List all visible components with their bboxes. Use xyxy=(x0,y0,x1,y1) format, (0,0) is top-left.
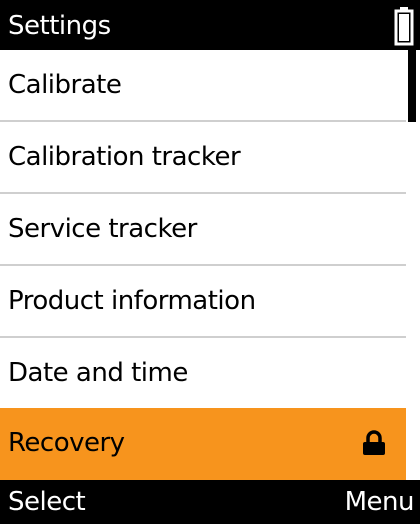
page-title: Settings xyxy=(8,11,111,41)
select-softkey[interactable]: Select xyxy=(8,486,86,518)
scrollbar-thumb[interactable] xyxy=(408,50,416,122)
menu-item-label: Product information xyxy=(8,286,256,316)
menu-item-date-and-time[interactable]: Date and time xyxy=(0,338,406,408)
menu-item-label: Service tracker xyxy=(8,214,197,244)
title-bar: Settings xyxy=(0,0,420,50)
menu-item-product-information[interactable]: Product information xyxy=(0,266,406,336)
menu-item-service-tracker[interactable]: Service tracker xyxy=(0,194,406,264)
menu-item-label: Calibration tracker xyxy=(8,142,241,172)
battery-icon xyxy=(394,7,414,46)
menu-softkey[interactable]: Menu xyxy=(345,486,415,518)
softkey-bar: Select Menu xyxy=(0,480,420,524)
device-screen: Settings Calibrate Calibration tracker S… xyxy=(0,0,420,524)
lock-icon xyxy=(363,430,385,455)
menu-item-label: Recovery xyxy=(8,428,125,458)
menu-item-calibration-tracker[interactable]: Calibration tracker xyxy=(0,122,406,192)
menu-item-calibrate[interactable]: Calibrate xyxy=(0,50,406,120)
menu-item-label: Date and time xyxy=(8,358,188,388)
menu-item-recovery[interactable]: Recovery xyxy=(0,408,406,480)
settings-menu-list: Calibrate Calibration tracker Service tr… xyxy=(0,50,406,480)
menu-item-label: Calibrate xyxy=(8,70,122,100)
